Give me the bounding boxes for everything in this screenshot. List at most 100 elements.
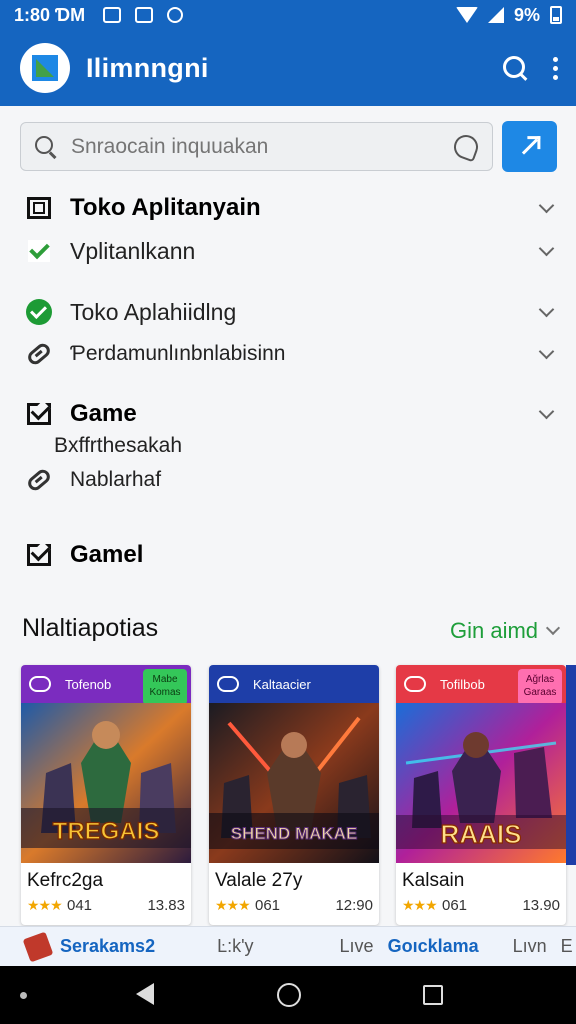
- notification-icon: [103, 7, 122, 23]
- chevron-down-icon: [538, 301, 555, 318]
- chevron-down-icon: [545, 620, 561, 636]
- battery-icon: [550, 6, 562, 24]
- menu-item-nablarhaf[interactable]: Nablarhaf: [24, 465, 560, 495]
- card-banner: Kaltaacier: [209, 665, 379, 703]
- section-title: Nlaltiapotias: [22, 614, 159, 642]
- chevron-down-icon: [538, 343, 555, 360]
- rating-stars: ★★★: [27, 897, 63, 913]
- menu-subitem-bxffrthesakah[interactable]: Bxffrthesakah: [24, 432, 560, 460]
- game-card-partial[interactable]: [566, 665, 576, 865]
- recent-apps-icon[interactable]: [423, 985, 443, 1005]
- chevron-down-icon: [538, 403, 555, 420]
- menu-item-toko-aplitanyain[interactable]: Toko Aplitanyain: [24, 192, 560, 224]
- screen: 1:80 ƊM 9% Ilimnngni Toko Aplitanyain: [0, 0, 576, 1024]
- bottom-tab-bar: Serakams2 Ŀ:k'y Lıve Goıcklama Lıvn E: [0, 926, 576, 966]
- card-artwork: TREGAIS: [21, 703, 191, 863]
- battery-percent: 9%: [513, 4, 540, 25]
- image-notification-icon: [135, 7, 154, 23]
- search-input[interactable]: [71, 134, 454, 159]
- menu-item-label: Game: [70, 400, 137, 427]
- card-size: 13.90: [522, 897, 560, 914]
- logo-icon: [32, 55, 58, 81]
- app-title: Ilimnngni: [86, 52, 209, 83]
- more-options-icon[interactable]: [553, 56, 558, 80]
- game-card[interactable]: Tofenob Mabe Komas TREGAIS Kefrc2ga ★★★ …: [21, 665, 191, 925]
- rating-stars: ★★★: [402, 897, 438, 913]
- menu-item-label: Nablarhaf: [70, 468, 162, 491]
- wifi-icon: [455, 7, 478, 23]
- menu-item-toko-aplahiidlng[interactable]: Toko Aplahiidlng: [24, 296, 560, 328]
- section-see-all-link[interactable]: Gin aimd: [450, 618, 561, 644]
- card-tag: Mabe Komas: [143, 669, 187, 705]
- tab-goicklama[interactable]: Goıcklama: [388, 936, 479, 957]
- card-rating: 041: [67, 897, 93, 914]
- tab-serakams2[interactable]: Serakams2: [60, 936, 155, 957]
- menu-item-label: Toko Aplahiidlng: [70, 298, 237, 325]
- app-bar-actions: [503, 56, 558, 80]
- card-artwork: SHEND MAKAE: [209, 703, 379, 863]
- section-link-label: Gin aimd: [450, 618, 539, 643]
- search-icon[interactable]: [503, 56, 527, 80]
- menu-item-label: Bxffrthesakah: [54, 434, 183, 457]
- tab-lky[interactable]: Ŀ:k'y: [217, 936, 253, 957]
- chevron-down-icon: [538, 197, 555, 214]
- card-size: 13.83: [147, 897, 185, 914]
- checkbox-icon: [24, 544, 54, 566]
- menu-item-label: Vplitanlkann: [70, 237, 196, 264]
- search-bar[interactable]: [20, 122, 493, 171]
- tab-e[interactable]: E: [561, 936, 573, 957]
- card-name: Kefrc2ga: [27, 870, 104, 891]
- signal-icon: [487, 7, 504, 23]
- menu-item-game[interactable]: Game: [24, 398, 560, 430]
- card-rating: 061: [255, 897, 281, 914]
- app-logo[interactable]: [20, 43, 70, 93]
- arrow-up-right-icon: [521, 138, 538, 155]
- game-card[interactable]: Tofilbob Ağrlas Garaas RAAIS Kalsain ★★★…: [396, 665, 566, 925]
- app-tab-icon[interactable]: [22, 931, 54, 962]
- link-icon: [24, 340, 54, 368]
- back-icon[interactable]: [136, 983, 154, 1005]
- card-art-title: SHEND MAKAE: [231, 824, 358, 843]
- store-icon: [24, 197, 54, 219]
- game-card[interactable]: Kaltaacier SHEND MAKAE Valale 27y ★★★ 06…: [209, 665, 379, 925]
- card-name: Kalsain: [402, 870, 465, 891]
- tab-livn[interactable]: Lıvn: [513, 936, 547, 957]
- card-tag: Ağrlas Garaas: [518, 669, 562, 705]
- check-icon: [24, 240, 54, 262]
- card-rating: 061: [442, 897, 468, 914]
- verified-icon: [24, 299, 54, 325]
- menu-item-label: Gamel: [70, 541, 144, 568]
- card-art-title: TREGAIS: [53, 818, 160, 845]
- gamepad-icon: [404, 676, 426, 692]
- card-size: 12:90: [335, 897, 373, 914]
- card-banner-label: Kaltaacier: [253, 676, 311, 692]
- card-art-title: RAAIS: [441, 819, 522, 849]
- tab-live[interactable]: Lıve: [340, 936, 374, 957]
- link-icon: [24, 466, 54, 494]
- voice-search-icon[interactable]: [450, 131, 482, 162]
- menu-item-gamel[interactable]: Gamel: [24, 539, 560, 571]
- gamepad-icon: [217, 676, 239, 692]
- card-banner-label: Tofenob: [65, 676, 112, 692]
- card-banner-label: Tofilbob: [440, 676, 485, 692]
- status-indicators: 9%: [455, 4, 562, 26]
- menu-item-perdamun[interactable]: Ƥerdamunlınbnlabisinn: [24, 339, 560, 369]
- status-bar: 1:80 ƊM 9%: [0, 0, 576, 30]
- app-notification-icon: [167, 7, 184, 23]
- rating-stars: ★★★: [215, 897, 251, 913]
- status-time: 1:80 ƊM: [14, 4, 86, 25]
- menu-item-vplitanlkann[interactable]: Vplitanlkann: [24, 235, 560, 267]
- app-bar: Ilimnngni: [0, 30, 576, 106]
- checkbox-icon: [24, 403, 54, 425]
- chevron-down-icon: [538, 240, 555, 257]
- system-navigation-bar: [0, 966, 576, 1024]
- card-artwork: RAAIS: [396, 703, 566, 863]
- nav-dot-icon: [20, 992, 27, 999]
- search-icon: [35, 135, 57, 158]
- gamepad-icon: [29, 676, 51, 692]
- home-icon[interactable]: [277, 983, 301, 1007]
- menu-item-label: Toko Aplitanyain: [70, 194, 261, 221]
- card-name: Valale 27y: [215, 870, 303, 891]
- open-button[interactable]: [502, 121, 557, 172]
- menu-item-label: Ƥerdamunlınbnlabisinn: [70, 342, 286, 365]
